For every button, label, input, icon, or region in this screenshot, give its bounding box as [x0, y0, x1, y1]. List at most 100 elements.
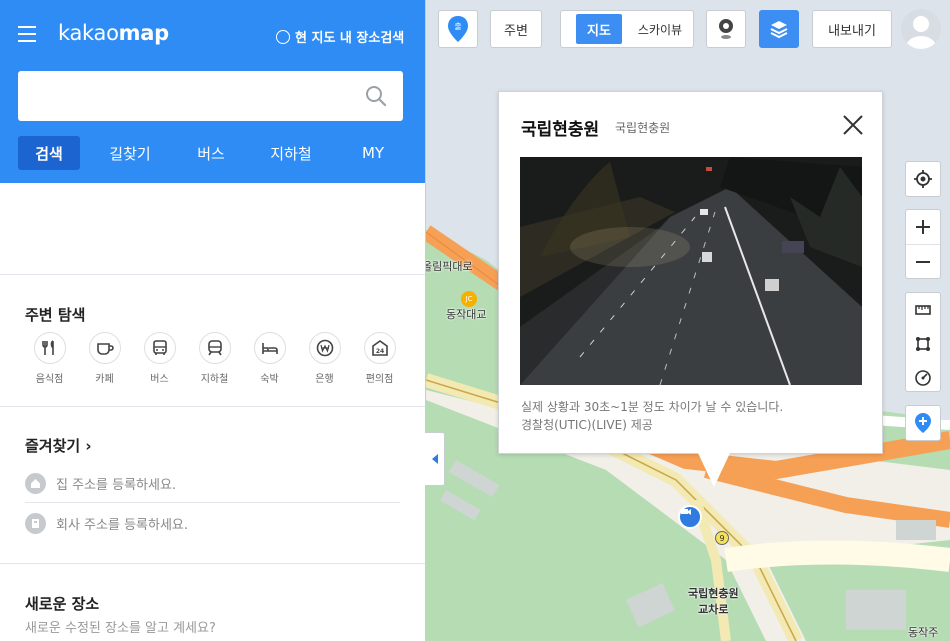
area-tool-button[interactable] — [906, 327, 940, 361]
location-pin-icon: 출 — [448, 16, 468, 42]
tab-directions[interactable]: 길찾기 — [80, 136, 180, 170]
jc-marker: JC — [461, 291, 477, 307]
caret-left-icon — [431, 454, 438, 464]
divider — [0, 406, 425, 407]
bus-icon — [143, 332, 176, 364]
user-icon — [906, 16, 936, 49]
popup-delay-note: 실제 상황과 30초~1분 정도 차이가 날 수 있습니다. — [521, 400, 784, 414]
add-place-control — [905, 405, 941, 441]
divider — [25, 502, 400, 503]
popup-title: 국립현충원 — [521, 120, 600, 140]
cctv-marker[interactable] — [678, 505, 702, 529]
sidebar: kakaomap 현 지도 내 장소검색 검색 길찾기 버스 지하철 MY 주변… — [0, 0, 426, 641]
favorites-title[interactable]: 즐겨찾기 › — [25, 435, 92, 456]
work-address-text: 회사 주소를 등록하세요. — [56, 518, 188, 533]
roadview-icon — [719, 19, 733, 39]
category-label: 편의점 — [365, 374, 394, 385]
category-label: 지하철 — [200, 374, 229, 385]
subway-icon — [198, 332, 231, 364]
category-label: 은행 — [315, 374, 334, 385]
zoom-control — [905, 209, 941, 279]
area-icon — [916, 337, 930, 351]
new-place-title: 새로운 장소 — [25, 595, 100, 613]
category-convenience-store[interactable]: 24 편의점 — [352, 332, 407, 385]
category-label: 카페 — [95, 374, 114, 385]
nearby-title: 주변 탐색 — [25, 306, 86, 324]
category-lodging[interactable]: 숙박 — [242, 332, 297, 385]
measure-tools — [905, 292, 941, 392]
home-icon — [25, 473, 46, 494]
map-type-toggle: 지도 스카이뷰 — [560, 10, 694, 48]
category-label: 숙박 — [260, 374, 279, 385]
work-address-row[interactable]: 회사 주소를 등록하세요. — [25, 513, 188, 534]
export-button[interactable]: 내보내기 — [812, 10, 892, 48]
cafe-icon — [88, 332, 121, 364]
home-address-row[interactable]: 집 주소를 등록하세요. — [25, 473, 176, 494]
plus-icon — [916, 220, 930, 234]
skyview-button[interactable]: 스카이뷰 — [627, 14, 693, 44]
tab-search[interactable]: 검색 — [18, 136, 80, 170]
close-icon[interactable] — [842, 114, 864, 136]
office-icon — [25, 513, 46, 534]
cctv-live-image — [520, 157, 862, 385]
layers-button[interactable] — [759, 10, 799, 48]
category-subway[interactable]: 지하철 — [187, 332, 242, 385]
restaurant-icon — [33, 332, 66, 364]
bank-icon — [308, 332, 341, 364]
radio-icon — [276, 29, 290, 44]
road-label: 올림픽대로 — [426, 260, 473, 273]
search-icon[interactable] — [365, 85, 387, 107]
ruler-icon — [915, 305, 931, 315]
area-label: 동작주 — [908, 626, 939, 639]
map-view-button[interactable]: 지도 — [576, 14, 622, 44]
category-restaurant[interactable]: 음식점 — [22, 332, 77, 385]
home-address-text: 집 주소를 등록하세요. — [56, 478, 177, 493]
intersection-label-line2: 교차로 — [698, 603, 729, 616]
search-input[interactable] — [32, 85, 352, 107]
tab-bus[interactable]: 버스 — [180, 136, 242, 170]
category-bank[interactable]: 은행 — [297, 332, 352, 385]
bridge-label: 동작대교 — [446, 308, 487, 321]
main-tabs: 검색 길찾기 버스 지하철 MY — [18, 136, 406, 170]
intersection-label: 국립현충원 교차로 — [688, 585, 739, 617]
start-point-button[interactable]: 출 — [438, 10, 478, 48]
popup-subtitle: 국립현충원 — [615, 121, 671, 135]
popup-pointer — [698, 453, 730, 487]
category-label: 음식점 — [35, 374, 64, 385]
tab-subway[interactable]: 지하철 — [242, 136, 340, 170]
zoom-out-button[interactable] — [906, 245, 940, 279]
radius-tool-button[interactable] — [906, 361, 940, 395]
add-place-button[interactable] — [906, 406, 940, 440]
radius-icon — [915, 370, 931, 386]
area-search-label: 현 지도 내 장소검색 — [295, 31, 405, 46]
nearby-categories: 음식점 카페 버스 지하철 숙박 은행 24 편의점 — [22, 332, 407, 385]
avatar[interactable] — [901, 9, 941, 49]
menu-icon[interactable] — [18, 26, 36, 42]
intersection-label-line1: 국립현충원 — [688, 587, 739, 600]
area-search-toggle[interactable]: 현 지도 내 장소검색 — [276, 27, 404, 46]
distance-tool-button[interactable] — [906, 293, 940, 327]
divider — [0, 274, 425, 275]
new-place-description: 새로운 수정된 장소를 알고 계세요? — [25, 621, 216, 636]
kakaomap-logo[interactable]: kakaomap — [58, 21, 169, 45]
roadview-button[interactable] — [706, 10, 746, 48]
collapse-sidebar-button[interactable] — [425, 432, 445, 486]
add-pin-icon — [915, 413, 931, 433]
route-marker: 9 — [715, 531, 729, 545]
search-box — [18, 71, 403, 121]
convenience-store-icon: 24 — [363, 332, 396, 364]
zoom-in-button[interactable] — [906, 210, 940, 244]
traffic-camera-frame — [520, 157, 862, 385]
category-cafe[interactable]: 카페 — [77, 332, 132, 385]
cctv-popup: 국립현충원 국립현충원 실제 상황과 30초~1분 정도 차이가 날 수 있습니… — [498, 91, 883, 454]
divider — [0, 563, 425, 564]
layers-icon — [770, 21, 788, 39]
popup-source: 경찰청(UTIC)(LIVE) 제공 — [521, 418, 653, 432]
current-location-button[interactable] — [906, 162, 940, 196]
tab-my[interactable]: MY — [340, 136, 406, 170]
crosshair-icon — [914, 170, 932, 188]
category-bus[interactable]: 버스 — [132, 332, 187, 385]
sidebar-header: kakaomap 현 지도 내 장소검색 검색 길찾기 버스 지하철 MY — [0, 0, 425, 183]
svg-text:24: 24 — [375, 348, 383, 355]
nearby-button[interactable]: 주변 — [490, 10, 542, 48]
